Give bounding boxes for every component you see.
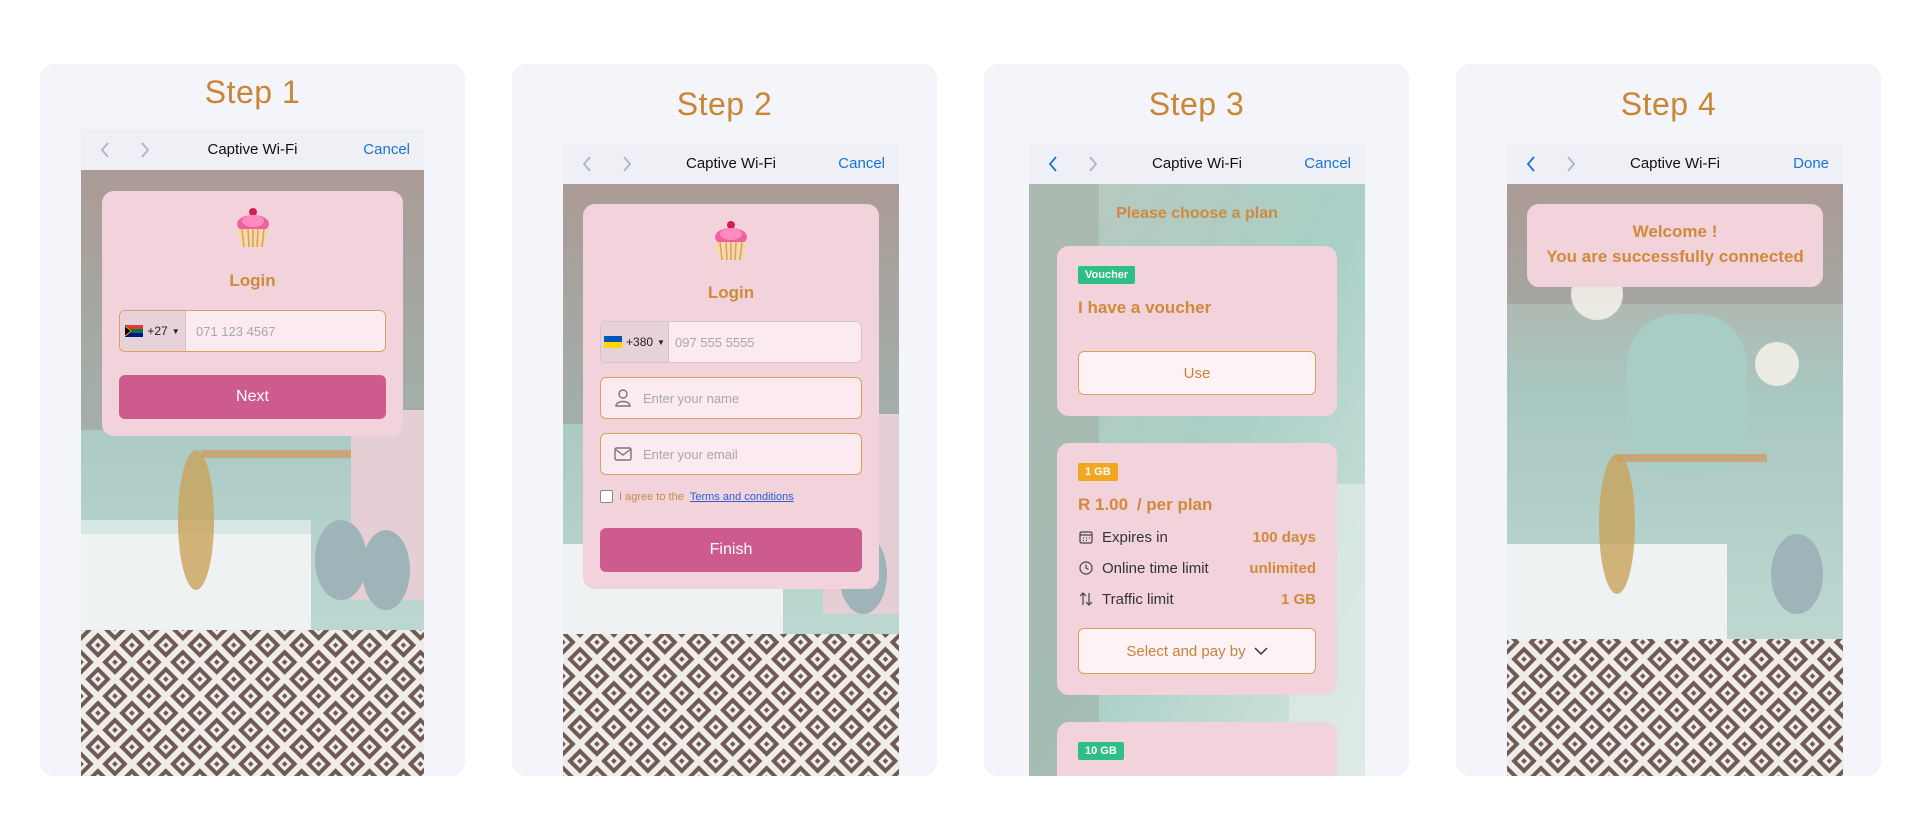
browser-navbar: Captive Wi-Fi Done (1507, 143, 1843, 184)
phone-field[interactable]: +380 ▼ 097 555 5555 (600, 321, 862, 363)
phone-frame: Captive Wi-Fi Cancel Login +27 ▼ 071 123… (81, 129, 424, 776)
row-label: Online time limit (1102, 559, 1209, 577)
select-and-pay-label: Select and pay by (1126, 642, 1246, 660)
south-africa-flag-icon (125, 325, 144, 337)
clock-icon (1078, 560, 1094, 576)
user-icon (607, 378, 639, 418)
browser-navbar: Captive Wi-Fi Cancel (81, 129, 424, 170)
plan-heading: Please choose a plan (1116, 205, 1278, 222)
connected-message: You are successfully connected (1546, 247, 1804, 266)
plan-badge: 10 GB (1078, 742, 1124, 760)
voucher-badge: Voucher (1078, 266, 1136, 284)
up-down-arrows-icon (1078, 591, 1094, 607)
browser-navbar: Captive Wi-Fi Cancel (1029, 143, 1365, 184)
phone-placeholder: 097 555 5555 (675, 334, 755, 350)
next-button[interactable]: Next (119, 375, 386, 419)
phone-field[interactable]: +27 ▼ 071 123 4567 (119, 310, 386, 352)
ukraine-flag-icon (604, 336, 623, 348)
login-card: Login +27 ▼ 071 123 4567 Next (102, 191, 403, 436)
email-placeholder: Enter your email (643, 446, 738, 462)
step-title: Step 3 (1148, 86, 1245, 122)
agree-text: I agree to the (619, 490, 684, 503)
mail-icon (607, 434, 639, 474)
plan-row-traffic: Traffic limit 1 GB (1078, 589, 1316, 609)
login-title: Login (707, 283, 755, 302)
chevron-down-icon: ▼ (657, 337, 665, 347)
step-1-panel: Step 1 Captive Wi-Fi Cancel Login +27 ▼ … (40, 64, 465, 776)
row-value: 100 days (1252, 528, 1316, 546)
plan-badge: 1 GB (1078, 463, 1118, 481)
browser-navbar: Captive Wi-Fi Cancel (563, 143, 899, 184)
row-value: 1 GB (1280, 590, 1316, 608)
welcome-title: Welcome ! (1632, 222, 1718, 241)
terms-checkbox[interactable] (600, 490, 613, 503)
login-title: Login (229, 271, 276, 290)
select-and-pay-button[interactable]: Select and pay by (1078, 628, 1316, 674)
cancel-button[interactable]: Cancel (1304, 155, 1351, 172)
welcome-card: Welcome ! You are successfully connected (1527, 204, 1823, 287)
plan-price: R 1.00 / per plan (1078, 495, 1212, 515)
terms-agreement: I agree to the Terms and conditions (600, 490, 869, 503)
step-2-panel: Step 2 Captive Wi-Fi Cancel Login +380 ▼… (512, 64, 937, 776)
name-field[interactable]: Enter your name (600, 377, 862, 419)
cupcake-logo-icon (236, 208, 269, 248)
done-button[interactable]: Done (1793, 155, 1829, 172)
country-selector[interactable]: +380 ▼ (601, 322, 669, 362)
use-voucher-button[interactable]: Use (1078, 351, 1316, 395)
step-4-panel: Step 4 Captive Wi-Fi Done Welcome ! You … (1456, 64, 1881, 776)
phone-placeholder: 071 123 4567 (196, 323, 276, 339)
cancel-button[interactable]: Cancel (363, 141, 410, 158)
terms-link[interactable]: Terms and conditions (690, 491, 794, 503)
chevron-down-icon: ▼ (171, 326, 180, 336)
plan-row-expires: Expires in 100 days (1078, 527, 1316, 547)
cupcake-logo-icon (715, 221, 747, 261)
calendar-icon (1078, 529, 1094, 545)
country-selector[interactable]: +27 ▼ (120, 311, 186, 351)
voucher-card: Voucher I have a voucher Use (1057, 246, 1337, 416)
registration-card: Login +380 ▼ 097 555 5555 Enter your nam… (583, 204, 879, 589)
country-code: +27 (147, 324, 168, 338)
country-code: +380 (626, 335, 654, 349)
step-title: Step 2 (676, 86, 773, 122)
row-value: unlimited (1249, 559, 1316, 577)
step-title: Step 4 (1620, 86, 1717, 122)
phone-frame: Captive Wi-Fi Cancel Please choose a pla… (1029, 143, 1365, 776)
step-title: Step 1 (204, 74, 301, 110)
phone-frame: Captive Wi-Fi Cancel Login +380 ▼ 097 55… (563, 143, 899, 776)
step-3-panel: Step 3 Captive Wi-Fi Cancel Please choos… (984, 64, 1409, 776)
phone-frame: Captive Wi-Fi Done Welcome ! You are suc… (1507, 143, 1843, 776)
row-label: Expires in (1102, 528, 1168, 546)
price-period: / per plan (1136, 495, 1213, 514)
plan-row-online-time: Online time limit unlimited (1078, 558, 1316, 578)
plan-card-1gb: 1 GB R 1.00 / per plan Expires in 100 da… (1057, 443, 1337, 695)
chevron-down-icon (1254, 643, 1268, 660)
voucher-title: I have a voucher (1078, 298, 1212, 317)
email-field[interactable]: Enter your email (600, 433, 862, 475)
plan-card-10gb: 10 GB (1057, 722, 1337, 776)
price-value: R 1.00 (1078, 495, 1129, 514)
row-label: Traffic limit (1102, 590, 1174, 608)
name-placeholder: Enter your name (643, 390, 740, 406)
cancel-button[interactable]: Cancel (838, 155, 885, 172)
finish-button[interactable]: Finish (600, 528, 862, 572)
